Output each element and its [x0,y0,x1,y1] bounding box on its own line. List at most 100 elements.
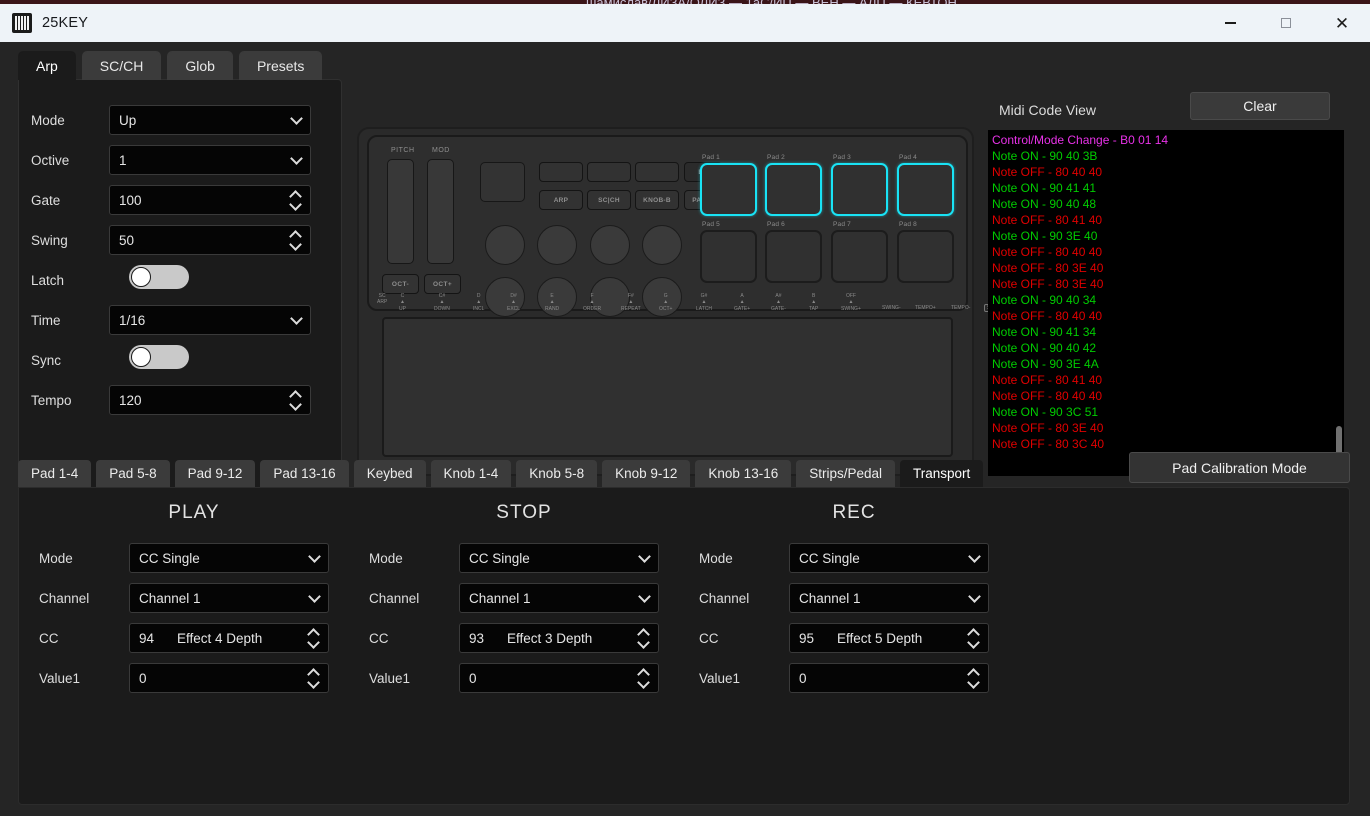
device-pad-8[interactable] [897,230,954,283]
spinner-arrows-icon[interactable] [291,191,302,209]
spinner-arrows-icon[interactable] [309,669,320,687]
knob-b-button[interactable]: KNOB-B [635,190,679,210]
device-pad-7[interactable] [831,230,888,283]
legend-tempodn: TEMPO- [951,305,971,311]
bottom-tab-pad-5-8[interactable]: Pad 5-8 [96,460,170,487]
tab-scch[interactable]: SC/CH [81,51,162,80]
oct-down-button[interactable]: OCT- [382,274,419,294]
pad-5-label: Pad 5 [702,221,720,228]
play-channel-select[interactable]: Channel 1 [129,583,329,613]
bottom-tab-bar: Pad 1-4 Pad 5-8 Pad 9-12 Pad 13-16 Keybed Kno… [18,460,984,487]
mod-slider[interactable] [427,159,454,264]
bottom-tab-knob-5-8[interactable]: Knob 5-8 [516,460,598,487]
midi-code-view[interactable]: Control/Mode Change - B0 01 14 Note ON - … [988,130,1334,476]
arp-time-select[interactable]: 1/16 [109,305,311,335]
close-button[interactable]: ✕ [1314,4,1370,42]
bottom-tab-pad-13-16[interactable]: Pad 13-16 [260,460,349,487]
spinner-arrows-icon[interactable] [969,629,980,647]
play-value1-label: Value1 [39,670,81,686]
device-pad-5[interactable] [700,230,757,283]
pitch-slider[interactable] [387,159,414,264]
transport-group-play: PLAY Mode CC Single Channel Channel 1 CC… [39,502,369,698]
stop-group-title: STOP [496,502,552,523]
arp-latch-toggle[interactable] [129,265,189,289]
arp-tempo-spinner[interactable]: 120 [109,385,311,415]
legend-a-gateup: A ▲ GATE+ [734,293,751,312]
legend-e-rand: E ▲ RAND [545,293,560,312]
bottom-tab-pad-1-4[interactable]: Pad 1-4 [18,460,92,487]
knob-1[interactable] [485,225,525,265]
stop-cc-spinner[interactable]: 93 Effect 3 Depth [459,623,659,653]
rec-channel-select[interactable]: Channel 1 [789,583,989,613]
play-cc-spinner[interactable]: 94 Effect 4 Depth [129,623,329,653]
arp-mode-button[interactable]: ARP [539,190,583,210]
spinner-arrows-icon[interactable] [291,391,302,409]
play-mode-select[interactable]: CC Single [129,543,329,573]
play-cc-number: 94 [139,630,155,646]
midi-log-line: Note OFF - 80 3E 40 [992,277,1104,291]
tab-glob[interactable]: Glob [167,51,233,80]
pad-calibration-mode-button[interactable]: Pad Calibration Mode [1129,452,1350,483]
chevron-down-icon [638,550,651,563]
maximize-button[interactable] [1258,4,1314,42]
blank-button-2[interactable] [587,162,631,182]
midi-log-line: Note ON - 90 41 41 [992,181,1097,195]
tab-arp[interactable]: Arp [18,51,76,80]
stop-mode-select[interactable]: CC Single [459,543,659,573]
stop-value1-label: Value1 [369,670,411,686]
play-cc-name: Effect 4 Depth [177,630,263,646]
arp-gate-spinner[interactable]: 100 [109,185,311,215]
device-pad-1[interactable] [700,163,757,216]
play-value1-row: Value1 0 [39,658,369,698]
knob-4[interactable] [642,225,682,265]
arp-octive-select[interactable]: 1 [109,145,311,175]
rec-cc-control: 95 Effect 5 Depth [789,623,989,653]
bottom-tab-transport[interactable]: Transport [900,460,984,487]
arp-swing-spinner[interactable]: 50 [109,225,311,255]
device-pad-4[interactable] [897,163,954,216]
arp-tempo-label: Tempo [31,392,72,408]
device-pad-2[interactable] [765,163,822,216]
stop-mode-label: Mode [369,550,403,566]
legend-fs-repeat: F# ▲ REPEAT [621,293,641,312]
bottom-tab-strips-pedal[interactable]: Strips/Pedal [796,460,896,487]
rec-cc-spinner[interactable]: 95 Effect 5 Depth [789,623,989,653]
bottom-tab-pad-9-12[interactable]: Pad 9-12 [174,460,256,487]
spinner-arrows-icon[interactable] [639,669,650,687]
spinner-arrows-icon[interactable] [309,629,320,647]
stop-mode-control: CC Single [459,543,659,573]
scch-mode-button[interactable]: SC|CH [587,190,631,210]
bottom-tab-knob-1-4[interactable]: Knob 1-4 [430,460,512,487]
arp-octive-label: Octive [31,152,70,168]
legend-as-gatedn: A# ▲ GATE- [771,293,786,312]
oct-up-button[interactable]: OCT+ [424,274,461,294]
arp-sync-toggle[interactable] [129,345,189,369]
spinner-arrows-icon[interactable] [639,629,650,647]
arp-tempo-value: 120 [119,392,142,408]
blank-button-3[interactable] [635,162,679,182]
spinner-arrows-icon[interactable] [969,669,980,687]
bottom-tab-knob-9-12[interactable]: Knob 9-12 [602,460,691,487]
stop-channel-select[interactable]: Channel 1 [459,583,659,613]
knob-3[interactable] [590,225,630,265]
arp-mode-select[interactable]: Up [109,105,311,135]
bottom-tab-knob-13-16[interactable]: Knob 13-16 [695,460,792,487]
spinner-arrows-icon[interactable] [291,231,302,249]
arp-latch-control [109,265,311,295]
clear-button[interactable]: Clear [1190,92,1330,120]
tab-glob-label: Glob [185,58,215,74]
transport-group-rec: REC Mode CC Single Channel Channel 1 CC … [699,502,1029,698]
rec-value1-spinner[interactable]: 0 [789,663,989,693]
tab-presets[interactable]: Presets [238,51,323,80]
device-pad-6[interactable] [765,230,822,283]
stop-cc-row: CC 93 Effect 3 Depth [369,618,699,658]
bottom-tab-keybed[interactable]: Keybed [353,460,426,487]
play-value1-spinner[interactable]: 0 [129,663,329,693]
rec-mode-select[interactable]: CC Single [789,543,989,573]
knob-2[interactable] [537,225,577,265]
minimize-button[interactable] [1202,4,1258,42]
midi-scrollbar[interactable] [1334,130,1344,476]
device-pad-3[interactable] [831,163,888,216]
blank-button-1[interactable] [539,162,583,182]
stop-value1-spinner[interactable]: 0 [459,663,659,693]
